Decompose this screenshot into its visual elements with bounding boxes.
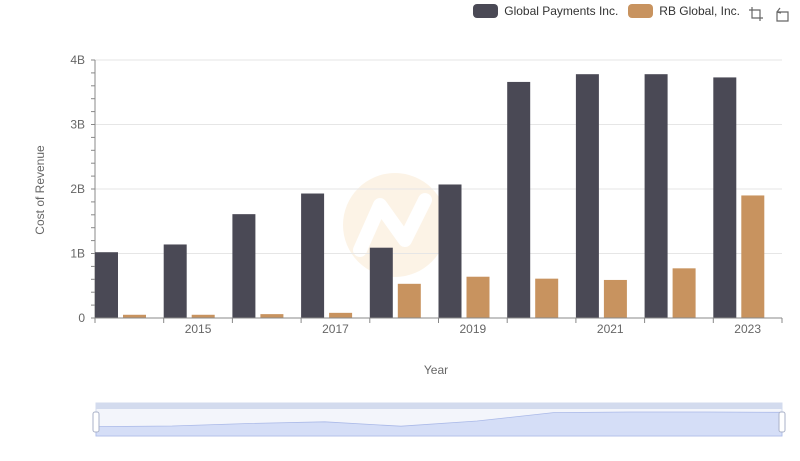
bar-rb-global-2021[interactable] bbox=[603, 279, 627, 318]
y-axis-ticks: 0 1B 2B 3B 4B bbox=[70, 53, 96, 325]
bar-rb-global-2020[interactable] bbox=[535, 278, 559, 318]
bar-rb-global-2018[interactable] bbox=[397, 283, 421, 318]
bar-rb-global-2017[interactable] bbox=[329, 312, 353, 318]
y-tick-label: 1B bbox=[70, 247, 85, 261]
bar-rb-global-2022[interactable] bbox=[672, 268, 696, 318]
y-axis-label: Cost of Revenue bbox=[33, 145, 47, 235]
x-tick-label: 2021 bbox=[597, 322, 624, 336]
bar-rb-global-2016[interactable] bbox=[260, 314, 284, 318]
bar-global-payments-2023[interactable] bbox=[713, 77, 737, 318]
bar-global-payments-2022[interactable] bbox=[644, 74, 668, 318]
bar-global-payments-2017[interactable] bbox=[301, 193, 325, 318]
y-tick-label: 0 bbox=[78, 311, 85, 325]
bar-global-payments-2015[interactable] bbox=[163, 244, 187, 318]
y-tick-label: 3B bbox=[70, 118, 85, 132]
bar-rb-global-2023[interactable] bbox=[741, 195, 765, 318]
bar-chart: 0 1B 2B 3B 4B 2015 2017 2019 2021 2023 Cost of R… bbox=[33, 53, 786, 437]
data-zoom-right-handle[interactable] bbox=[778, 411, 786, 433]
bar-global-payments-2018[interactable] bbox=[369, 247, 393, 318]
bar-global-payments-2019[interactable] bbox=[438, 184, 462, 318]
bar-global-payments-2020[interactable] bbox=[507, 81, 531, 319]
bar-global-payments-2014[interactable] bbox=[95, 252, 118, 318]
x-axis: 2015 2017 2019 2021 2023 bbox=[94, 317, 783, 336]
bar-rb-global-2019[interactable] bbox=[466, 276, 490, 318]
y-tick-label: 4B bbox=[70, 53, 85, 67]
x-tick-label: 2017 bbox=[322, 322, 349, 336]
data-zoom-top-bar[interactable] bbox=[96, 403, 782, 409]
bar-global-payments-2016[interactable] bbox=[232, 214, 256, 318]
x-axis-label: Year bbox=[424, 363, 448, 377]
bar-global-payments-2021[interactable] bbox=[575, 74, 599, 318]
x-tick-label: 2023 bbox=[734, 322, 761, 336]
y-tick-label: 2B bbox=[70, 182, 85, 196]
data-zoom-left-handle[interactable] bbox=[92, 411, 100, 433]
data-zoom-slider[interactable] bbox=[92, 402, 786, 437]
x-tick-label: 2019 bbox=[459, 322, 486, 336]
x-tick-label: 2015 bbox=[185, 322, 212, 336]
